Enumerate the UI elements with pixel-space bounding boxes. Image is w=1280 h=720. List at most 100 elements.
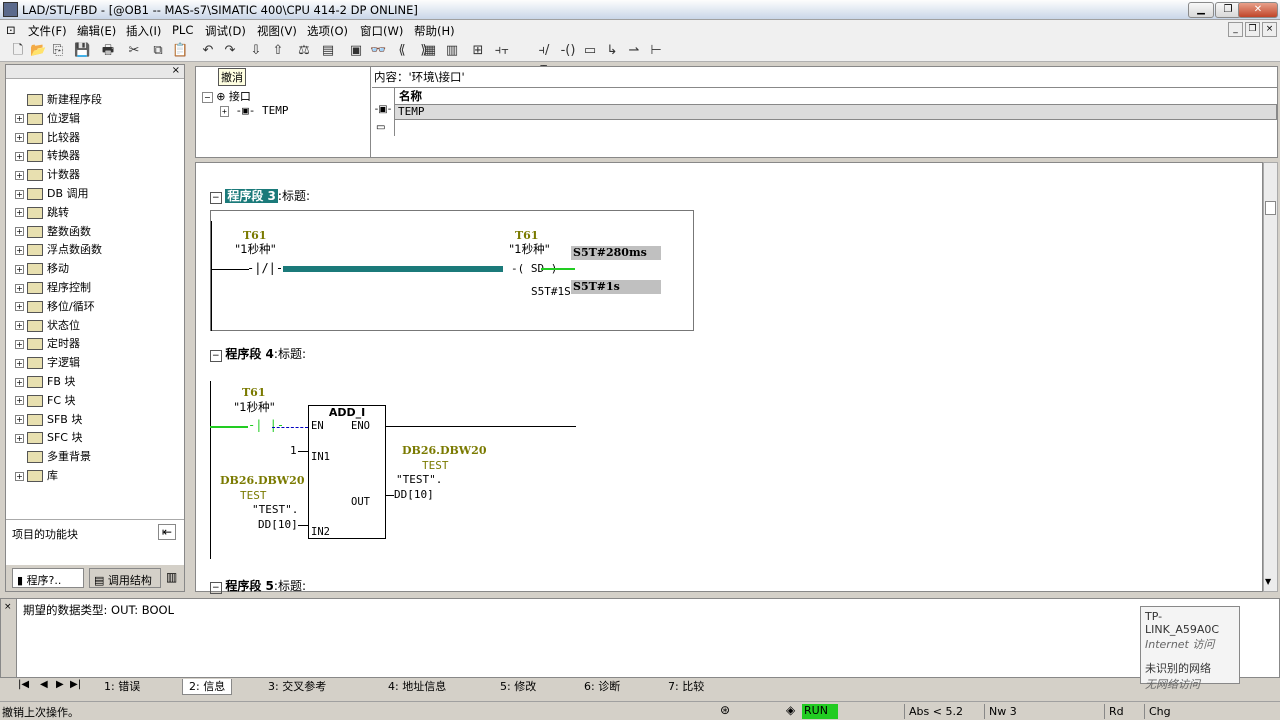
redo-icon[interactable]: ↷ <box>222 43 238 59</box>
add-i-box[interactable]: ADD_I EN ENO IN1 OUT IN2 <box>308 405 386 539</box>
compare-icon[interactable]: ⚖ <box>296 43 312 59</box>
scroll-down-icon[interactable]: ▼ <box>1265 577 1271 586</box>
tree-item[interactable]: + 移位/循环 <box>15 298 95 316</box>
expand-icon[interactable]: + <box>15 321 24 331</box>
undo-icon[interactable]: ↶ <box>200 43 216 59</box>
expand-icon[interactable]: + <box>15 471 24 481</box>
menu-file[interactable]: 文件(F) <box>28 23 67 39</box>
close-button[interactable]: ✕ <box>1238 2 1278 18</box>
doc-menu-icon[interactable]: ⊡ <box>6 23 16 37</box>
expand-icon[interactable]: + <box>15 151 24 161</box>
coil-icon[interactable]: -() <box>560 43 576 59</box>
minimize-button[interactable]: ▁ <box>1188 2 1214 18</box>
output-tab[interactable]: 1: 错误 <box>104 679 140 695</box>
overview-icon[interactable]: ▦ <box>422 43 438 59</box>
expand-icon[interactable]: + <box>15 227 24 237</box>
output-pane-handle[interactable]: × <box>1 599 17 677</box>
expand-icon[interactable]: + <box>15 133 24 143</box>
output-tab[interactable]: 6: 诊断 <box>584 679 620 695</box>
tab-more-icon[interactable]: ▥ <box>166 570 177 584</box>
network-icon[interactable]: ▣ <box>348 43 364 59</box>
download-icon[interactable]: ⇧ <box>270 43 286 59</box>
tab-program-elements[interactable]: ▮ 程序?.. <box>12 568 84 588</box>
output-tab[interactable]: 7: 比较 <box>668 679 704 695</box>
expand-icon[interactable]: + <box>15 339 24 349</box>
output-tab[interactable]: 2: 信息 <box>182 679 233 695</box>
menu-plc[interactable]: PLC <box>172 23 193 37</box>
tree-item[interactable]: + 位逻辑 <box>15 110 80 128</box>
network-3-label[interactable]: 程序段 3 <box>225 189 278 203</box>
print-icon[interactable]: 🖶 <box>100 43 116 59</box>
close-icon[interactable]: × <box>1 602 12 612</box>
help-icon[interactable]: ⊢ <box>648 43 664 59</box>
tree-item[interactable]: + 比较器 <box>15 129 80 147</box>
expand-icon[interactable]: + <box>15 358 24 368</box>
branch-open-icon[interactable]: ↳ <box>604 43 620 59</box>
expand-icon[interactable]: + <box>15 245 24 255</box>
tree-item[interactable]: + DB 调用 <box>15 185 89 203</box>
menu-options[interactable]: 选项(O) <box>307 23 348 39</box>
expand-icon[interactable]: + <box>15 283 24 293</box>
mdi-minimize-button[interactable]: _ <box>1228 22 1243 37</box>
expand-icon[interactable]: + <box>15 208 24 218</box>
new-icon[interactable]: 🗋 <box>10 43 26 59</box>
accessible-nodes-icon[interactable]: ⎘ <box>50 43 66 59</box>
tree-item[interactable]: + 库 <box>15 467 58 485</box>
autohide-icon[interactable]: ⇤ <box>158 524 176 540</box>
tree-item[interactable]: + 移动 <box>15 260 69 278</box>
expand-icon[interactable]: + <box>15 264 24 274</box>
scroll-thumb[interactable] <box>1265 201 1276 215</box>
expand-icon[interactable]: + <box>15 189 24 199</box>
contact-nc-icon[interactable]: ⫞/⫟ <box>536 43 552 74</box>
tab-call-structure[interactable]: ▤ 调用结构 <box>89 568 161 588</box>
tab-nav-last-icon[interactable]: ▶| <box>70 679 81 690</box>
editor-vertical-scrollbar[interactable]: ▼ <box>1263 162 1278 592</box>
menu-debug[interactable]: 调试(D) <box>205 23 246 39</box>
menu-insert[interactable]: 插入(I) <box>126 23 161 39</box>
collapse-icon[interactable]: − <box>210 582 222 594</box>
output-tab[interactable]: 3: 交叉参考 <box>268 679 326 695</box>
tree-item[interactable]: + 状态位 <box>15 317 80 335</box>
tab-nav-prev-icon[interactable]: ◀ <box>40 679 48 690</box>
tree-item[interactable]: + 转换器 <box>15 147 80 165</box>
interface-tree-temp[interactable]: + -▣- TEMP <box>220 104 288 117</box>
output-tab[interactable]: 4: 地址信息 <box>388 679 446 695</box>
collapse-icon[interactable]: − <box>202 92 213 103</box>
pane-close-icon[interactable]: × <box>172 65 180 76</box>
output-tab[interactable]: 5: 修改 <box>500 679 536 695</box>
tree-item[interactable]: 多重背景 <box>15 448 91 466</box>
tree-item[interactable]: + 定时器 <box>15 335 80 353</box>
menu-edit[interactable]: 编辑(E) <box>77 23 116 39</box>
save-icon[interactable]: 💾 <box>74 43 90 59</box>
details-icon[interactable]: ▥ <box>444 43 460 59</box>
mdi-restore-button[interactable]: ❐ <box>1245 22 1260 37</box>
tree-item[interactable]: + FC 块 <box>15 392 76 410</box>
tree-item[interactable]: + 浮点数函数 <box>15 241 102 259</box>
no-contact[interactable]: -| |- <box>248 418 284 432</box>
collapse-icon[interactable]: − <box>210 350 222 362</box>
mdi-close-button[interactable]: × <box>1262 22 1277 37</box>
expand-icon[interactable]: + <box>15 415 24 425</box>
menu-help[interactable]: 帮助(H) <box>414 23 455 39</box>
contact-no-icon[interactable]: ⫞⫟ <box>494 43 510 59</box>
prev-network-icon[interactable]: ⟪ <box>394 43 410 59</box>
open-icon[interactable]: 📂 <box>30 43 46 59</box>
monitor-icon[interactable]: ▤ <box>320 43 336 59</box>
expand-icon[interactable]: + <box>220 106 229 117</box>
cut-icon[interactable]: ✂ <box>126 43 142 59</box>
table-row[interactable] <box>394 120 1277 136</box>
interface-tree-root[interactable]: − ⊕ 接口 <box>202 88 251 104</box>
tree-item[interactable]: + 计数器 <box>15 166 80 184</box>
tree-item[interactable]: 新建程序段 <box>15 91 102 109</box>
tree-item[interactable]: + 跳转 <box>15 204 69 222</box>
expand-icon[interactable]: + <box>15 302 24 312</box>
expand-icon[interactable]: + <box>15 114 24 124</box>
insert-network-icon[interactable]: ⊞ <box>470 43 486 59</box>
copy-icon[interactable]: ⧉ <box>150 43 166 59</box>
collapse-icon[interactable]: − <box>210 192 222 204</box>
expand-icon[interactable]: + <box>15 170 24 180</box>
nc-contact[interactable]: -|/|- <box>247 261 283 275</box>
tree-item[interactable]: + 整数函数 <box>15 223 91 241</box>
menu-view[interactable]: 视图(V) <box>257 23 297 39</box>
load-icon[interactable]: ⇩ <box>248 43 264 59</box>
